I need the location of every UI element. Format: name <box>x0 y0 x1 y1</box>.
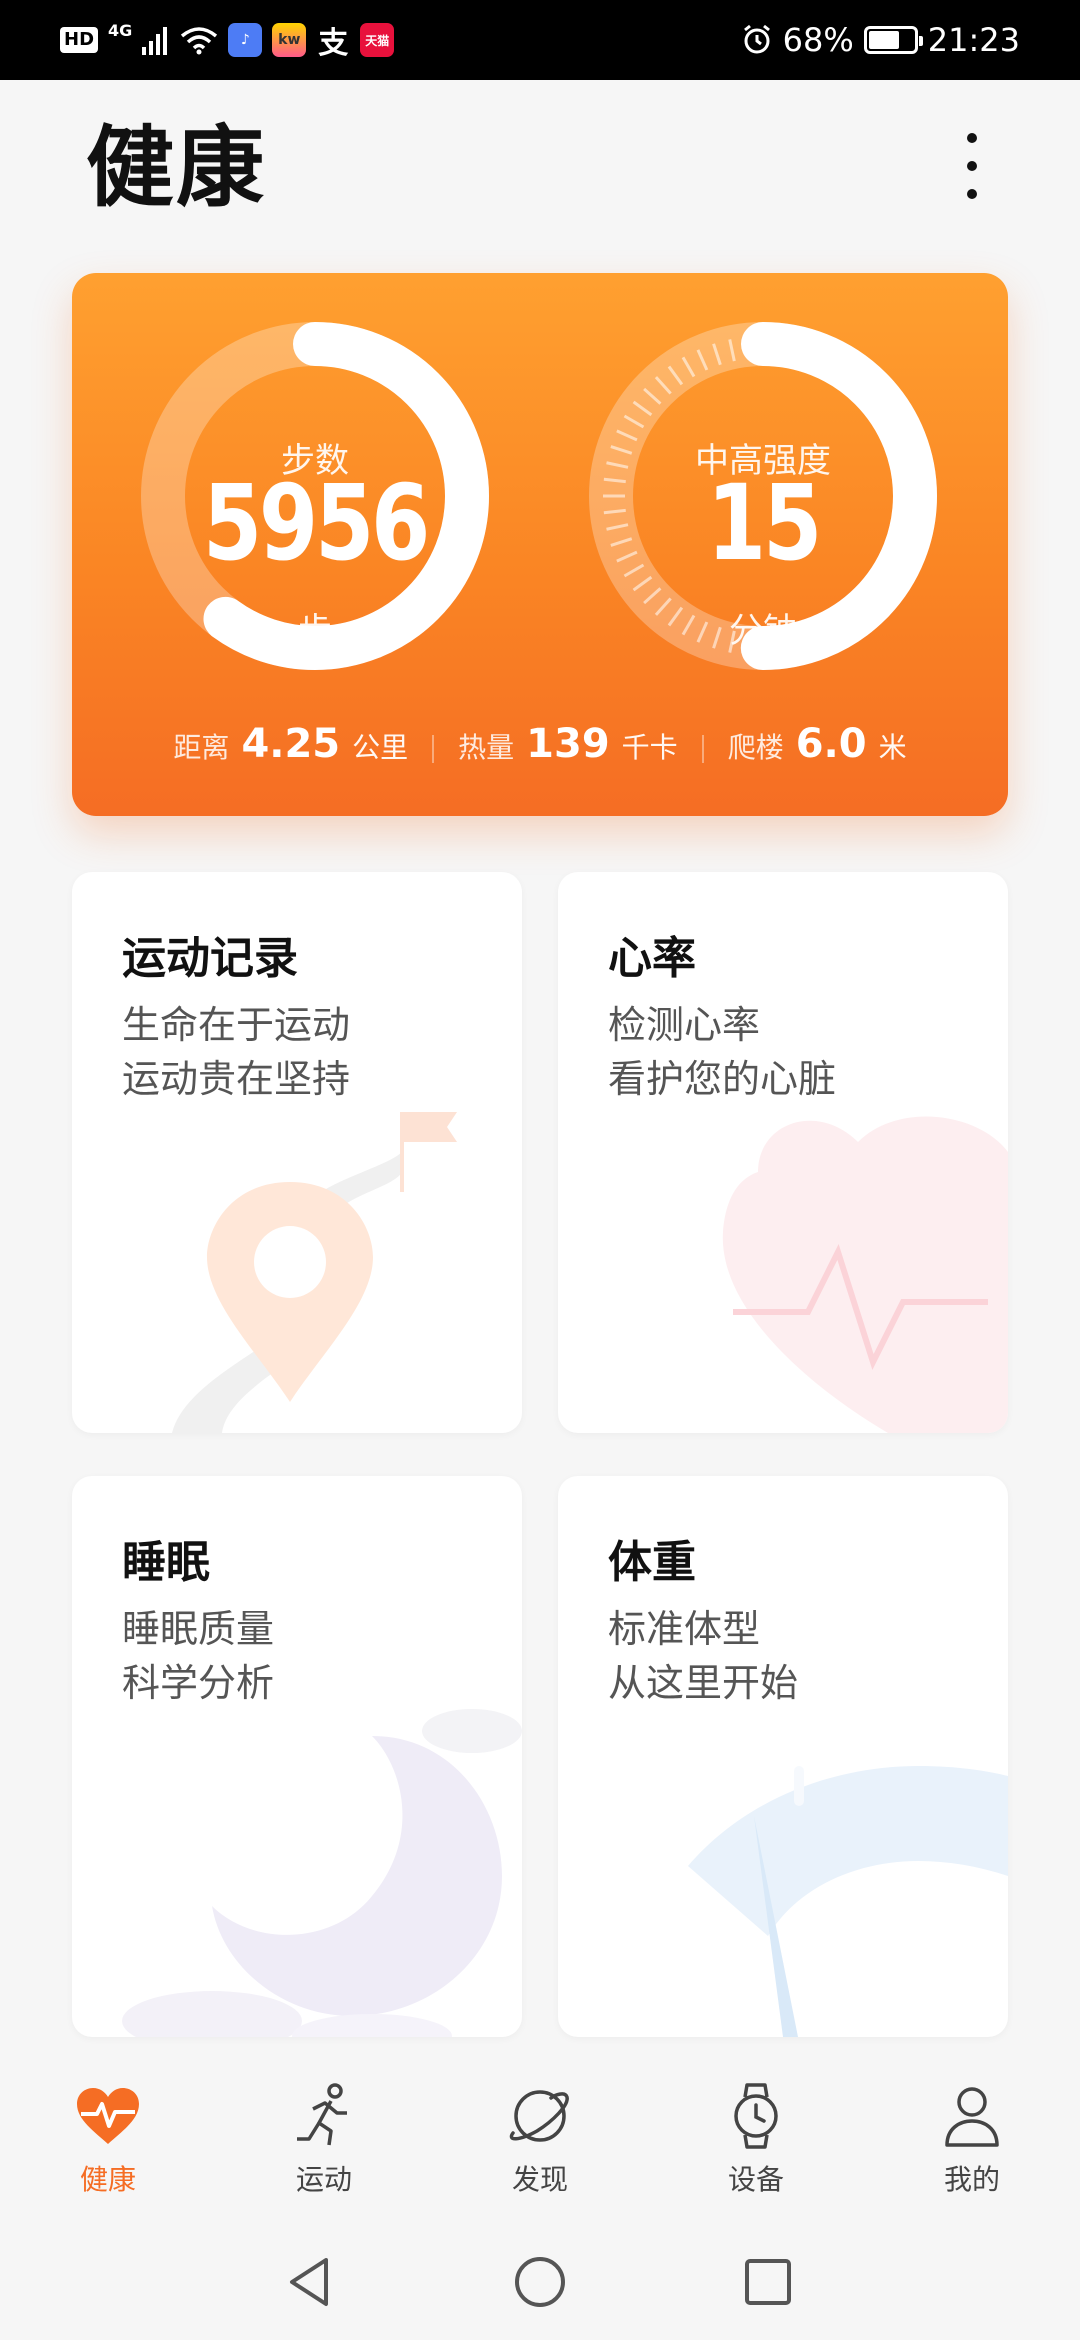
metric-label: 爬楼 <box>727 731 784 764</box>
weight-card[interactable]: 体重 标准体型 从这里开始 <box>558 1476 1008 2037</box>
nav-item-discover[interactable]: 发现 <box>470 2080 610 2200</box>
metric-unit: 千卡 <box>621 731 678 764</box>
card-title: 运动记录 <box>122 933 298 984</box>
metric-value: 4.25 <box>241 721 341 767</box>
heart-pulse-icon <box>77 2088 139 2144</box>
watch-icon <box>734 2083 778 2149</box>
card-title: 体重 <box>608 1537 696 1588</box>
runner-icon <box>297 2083 347 2146</box>
status-right: 68% 21:23 <box>741 20 1020 60</box>
metric-unit: 米 <box>878 731 907 764</box>
metric-calories: 热量 139 千卡 <box>458 721 678 767</box>
battery-percent: 68% <box>782 21 854 59</box>
metric-unit: 公里 <box>352 731 409 764</box>
metric-divider <box>432 735 435 763</box>
kuwo-app-icon: kw <box>272 23 307 57</box>
more-options-button[interactable] <box>948 126 996 206</box>
metric-value: 6.0 <box>795 721 867 767</box>
back-button[interactable] <box>278 2252 338 2312</box>
music-app-icon: ♪ <box>228 23 263 57</box>
nav-label: 我的 <box>943 2163 1000 2196</box>
steps-ring: 步数 5956 步 <box>132 313 498 679</box>
card-subtitle: 生命在于运动 <box>122 1003 351 1047</box>
home-circle-icon <box>515 2257 565 2307</box>
steps-unit: 步 <box>298 611 332 651</box>
recents-button[interactable] <box>738 2252 798 2312</box>
card-title: 睡眠 <box>122 1537 210 1588</box>
nav-item-me[interactable]: 我的 <box>902 2080 1042 2200</box>
intensity-ring: 中高强度 15 分钟 <box>580 313 946 679</box>
metric-label: 距离 <box>173 731 230 764</box>
metrics-row: 距离 4.25 公里 热量 139 千卡 爬楼 6.0 米 <box>72 721 1008 777</box>
card-subtitle: 检测心率 <box>608 1003 761 1047</box>
intensity-value: 15 <box>706 462 822 584</box>
battery-icon <box>863 26 923 54</box>
nav-label: 运动 <box>295 2163 352 2196</box>
alipay-icon: 支 <box>318 26 349 61</box>
nav-label: 健康 <box>79 2163 136 2196</box>
bottom-navigation: 健康 运动 发现 设备 我的 <box>0 2060 1080 2210</box>
status-left: HD 4G ♪ kw 支 天猫 <box>60 20 395 61</box>
wifi-icon <box>181 27 218 55</box>
card-subtitle: 睡眠质量 <box>122 1607 275 1651</box>
hd-badge: HD <box>60 27 99 53</box>
page-title: 健康 <box>86 116 267 219</box>
signal-icon <box>142 27 168 55</box>
card-subtitle: 科学分析 <box>122 1661 275 1705</box>
more-vertical-icon <box>967 133 977 199</box>
sleep-card[interactable]: 睡眠 睡眠质量 科学分析 <box>72 1476 522 2037</box>
metric-label: 热量 <box>458 731 515 764</box>
back-triangle-icon <box>290 2258 328 2306</box>
card-subtitle: 看护您的心脏 <box>608 1057 837 1101</box>
exercise-record-card[interactable]: 运动记录 生命在于运动 运动贵在坚持 <box>72 872 522 1433</box>
status-bar: HD 4G ♪ kw 支 天猫 68% 21:23 <box>0 0 1080 80</box>
metric-value: 139 <box>526 721 610 767</box>
metric-floors: 爬楼 6.0 米 <box>728 721 907 767</box>
nav-item-devices[interactable]: 设备 <box>686 2080 826 2200</box>
nav-item-exercise[interactable]: 运动 <box>254 2080 394 2200</box>
metric-divider <box>701 735 704 763</box>
card-subtitle: 运动贵在坚持 <box>122 1057 351 1101</box>
system-navigation-bar <box>0 2210 1080 2340</box>
nav-label: 设备 <box>727 2163 784 2196</box>
network-type: 4G <box>108 20 133 40</box>
card-subtitle: 标准体型 <box>608 1607 761 1651</box>
person-icon <box>945 2087 999 2147</box>
card-subtitle: 从这里开始 <box>608 1661 799 1705</box>
card-title: 心率 <box>608 933 696 984</box>
nav-label: 发现 <box>511 2163 568 2196</box>
metric-distance: 距离 4.25 公里 <box>173 721 408 767</box>
home-button[interactable] <box>510 2252 570 2312</box>
nav-item-health[interactable]: 健康 <box>38 2080 178 2200</box>
recents-square-icon <box>745 2259 791 2305</box>
heart-rate-card[interactable]: 心率 检测心率 看护您的心脏 <box>558 872 1008 1433</box>
intensity-unit: 分钟 <box>729 611 797 651</box>
clock: 21:23 <box>927 21 1020 59</box>
planet-icon <box>509 2090 569 2142</box>
alarm-icon <box>743 24 770 54</box>
activity-summary-card[interactable]: 步数 5956 步 中高强度 15 分钟 距离 4.25 公里 热量 139 千… <box>72 273 1008 816</box>
steps-value: 5956 <box>202 462 431 584</box>
tmall-icon: 天猫 <box>360 23 395 57</box>
